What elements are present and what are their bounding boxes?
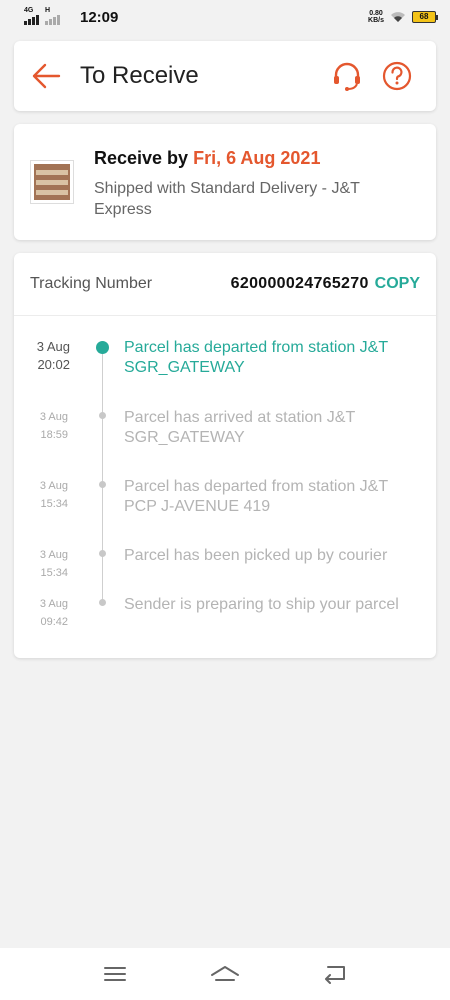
back-icon [325, 966, 345, 984]
status-bar: 4G H 12:09 0.80 KB/s 68 [0, 0, 450, 34]
network-type-2: H [45, 7, 51, 14]
home-icon [211, 966, 239, 981]
question-circle-icon [382, 61, 412, 91]
system-nav-bar [0, 948, 450, 1000]
signal-icon-2: H [45, 7, 60, 25]
menu-button[interactable] [95, 954, 135, 994]
back-button[interactable] [14, 41, 78, 111]
event-date: 3 Aug 15:34 [30, 546, 68, 582]
event-time: 20:02 [37, 357, 70, 372]
tracking-card: Tracking Number 620000024765270 COPY 3 A… [14, 253, 436, 658]
timeline-dot [99, 599, 106, 606]
receive-date: Fri, 6 Aug 2021 [193, 148, 321, 168]
event-day: 3 Aug [39, 598, 68, 610]
event-date: 3 Aug 20:02 [30, 338, 70, 374]
event-time: 15:34 [40, 498, 68, 510]
page-title: To Receive [80, 62, 199, 89]
receive-by-line: Receive by Fri, 6 Aug 2021 [94, 148, 320, 169]
event-time: 09:42 [40, 616, 68, 628]
network-type: 4G [24, 7, 34, 14]
home-button[interactable] [205, 954, 245, 994]
event-day: 3 Aug [36, 339, 70, 354]
timeline-dot [99, 550, 106, 557]
wifi-icon [391, 12, 405, 22]
tracking-number: 620000024765270 [230, 275, 369, 292]
event-day: 3 Aug [39, 549, 68, 561]
clock: 12:09 [80, 8, 119, 26]
battery-icon: 68 [412, 11, 438, 23]
event-date: 3 Aug 09:42 [30, 595, 68, 631]
timeline-dot [96, 341, 109, 354]
timeline-dot [99, 481, 106, 488]
arrow-left-icon [32, 63, 61, 89]
event-text: Parcel has arrived at station J&T SGR_GA… [124, 409, 355, 446]
speed-value: 0.80 [369, 10, 383, 17]
signal-icon: 4G [24, 7, 39, 25]
support-button[interactable] [330, 59, 364, 93]
event-text: Parcel has been picked up by courier [124, 547, 388, 564]
event-text: Sender is preparing to ship your parcel [124, 596, 399, 613]
receive-label: Receive by [94, 148, 189, 168]
tracking-header: Tracking Number 620000024765270 COPY [14, 253, 436, 316]
timeline-dot [99, 412, 106, 419]
product-thumbnail [30, 160, 74, 204]
event-date: 3 Aug 18:59 [30, 408, 68, 444]
speed-unit: KB/s [368, 17, 384, 24]
event-text: Parcel has departed from station J&T SGR… [124, 339, 388, 376]
header-bar: To Receive [14, 41, 436, 111]
headset-icon [334, 62, 360, 91]
event-day: 3 Aug [39, 480, 68, 492]
event-time: 18:59 [40, 429, 68, 441]
network-speed: 0.80 KB/s [368, 10, 384, 24]
event-date: 3 Aug 15:34 [30, 477, 68, 513]
tracking-label: Tracking Number [30, 275, 153, 292]
menu-icon [104, 967, 126, 981]
timeline-line [102, 346, 103, 604]
event-time: 15:34 [40, 567, 68, 579]
event-text: Parcel has departed from station J&T PCP… [124, 478, 388, 515]
shipping-method: Shipped with Standard Delivery - J&T Exp… [94, 180, 360, 218]
copy-button[interactable]: COPY [375, 275, 420, 293]
nav-back-button[interactable] [315, 954, 355, 994]
event-day: 3 Aug [39, 411, 68, 423]
delivery-info-card: Receive by Fri, 6 Aug 2021 Shipped with … [14, 124, 436, 240]
help-button[interactable] [380, 59, 414, 93]
